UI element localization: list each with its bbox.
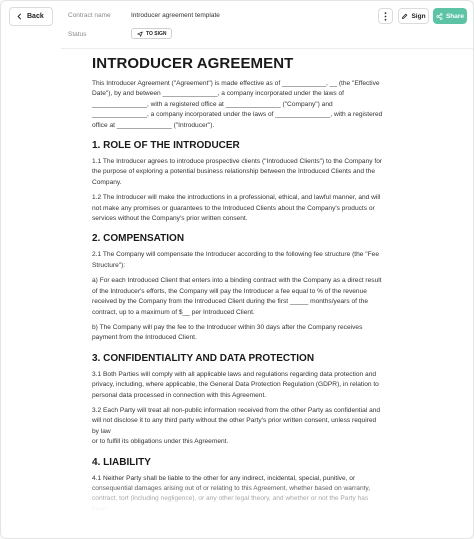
more-options-button[interactable] [378,8,393,24]
share-button[interactable]: Share [433,8,467,24]
share-icon [436,12,443,20]
status-badge: TO SIGN [131,28,173,39]
contract-name-value: Introducer agreement template [131,12,220,19]
intro-paragraph: This Introducer Agreement ("Agreement") … [92,80,383,129]
back-button[interactable]: Back [9,7,53,26]
pen-icon [402,13,408,19]
clause-paragraph: b) The Company will pay the fee to the I… [92,323,363,342]
status-badge-label: TO SIGN [146,30,167,37]
back-label: Back [27,13,44,20]
share-label: Share [445,12,465,20]
contract-name-label: Contract name [68,12,111,19]
document-title: INTRODUCER AGREEMENT [92,55,294,72]
header-divider [61,48,473,49]
clause-paragraph: a) For each Introduced Client that enter… [92,277,382,316]
clause-paragraph: 2.1 The Company will compensate the Intr… [92,251,380,269]
sign-button[interactable]: Sign [398,8,429,24]
clause-paragraph: 3.2 Each Party will treat all non-public… [92,406,381,435]
bottom-fade-overlay [1,483,473,538]
arrow-left-icon [17,13,22,20]
document-body: INTRODUCER AGREEMENT This Introducer Agr… [92,55,384,520]
section-heading: 2. COMPENSATION [92,233,185,245]
clause-paragraph: 1.1 The Introducer agrees to introduce p… [92,158,383,186]
sign-label: Sign [411,12,426,20]
top-bar: Back Contract name Introducer agreement … [1,1,473,49]
clause-paragraph: or to fulfill its obligations under this… [92,438,229,446]
section-heading: 3. CONFIDENTIALITY AND DATA PROTECTION [92,352,315,364]
section-heading: 1. ROLE OF THE INTRODUCER [92,140,240,152]
clause-paragraph: 1.2 The Introducer will make the introdu… [92,194,381,223]
more-vertical-icon [384,11,387,21]
status-label: Status [68,31,87,38]
clause-paragraph: 3.1 Both Parties will comply with all ap… [92,370,379,399]
send-icon [137,31,143,37]
app-window: Back Contract name Introducer agreement … [0,0,474,539]
section-heading: 4. LIABILITY [92,456,151,468]
